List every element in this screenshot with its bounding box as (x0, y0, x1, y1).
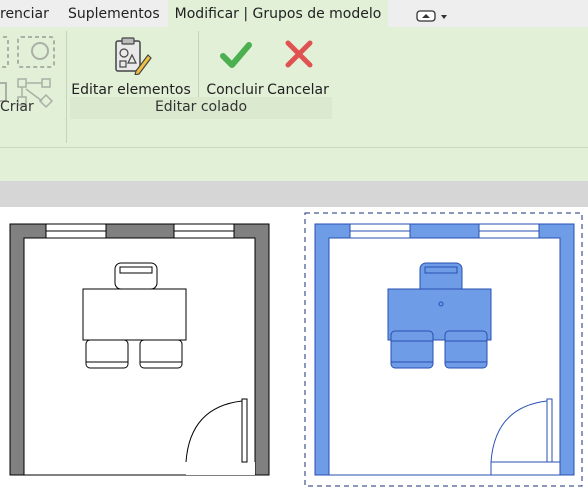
panel-label-editar-colado: Editar colado (70, 97, 332, 119)
floor-plan-drawing (9, 212, 583, 487)
x-icon (285, 40, 313, 68)
checkmark-icon (220, 42, 252, 68)
tab-suplementos[interactable]: Suplementos (68, 0, 160, 27)
tab-gerenciar[interactable]: renciar (0, 0, 49, 27)
panel-separator (66, 31, 67, 143)
ribbon-lower-band (0, 147, 588, 182)
panel-label-criar: Criar (0, 99, 34, 115)
edit-elements-icon (115, 37, 152, 75)
original-room-group (9, 223, 270, 476)
finish-button[interactable]: Concluir (204, 29, 266, 105)
ribbon-toggle-button[interactable] (416, 8, 450, 22)
cancel-button[interactable]: Cancelar (266, 29, 330, 105)
tab-modificar-grupos-de-modelo[interactable]: Modificar | Grupos de modelo (168, 0, 388, 27)
options-bar (0, 181, 588, 207)
ribbon-tab-bar: renciar Suplementos Modificar | Grupos d… (0, 0, 588, 27)
ribbon-toggle-icon (416, 10, 447, 22)
ribbon-panel-area: Editar elementos colados Concluir Cancel… (0, 27, 588, 147)
drawing-canvas[interactable] (0, 207, 588, 491)
pasted-room-group (304, 212, 583, 487)
